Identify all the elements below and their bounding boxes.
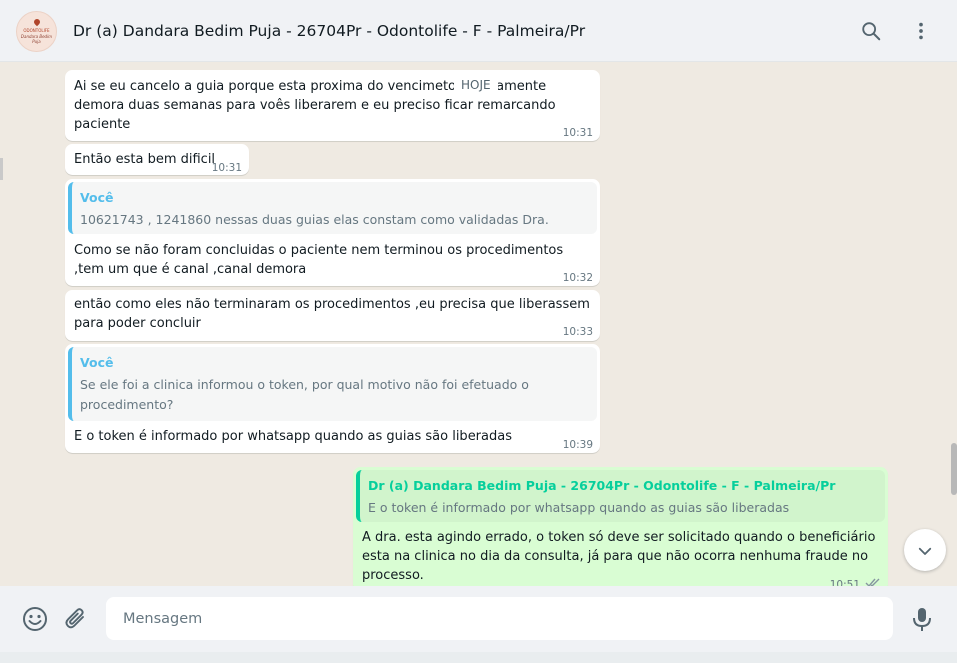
window-bottom-edge (0, 652, 957, 663)
message-time: 10:39 (562, 439, 593, 451)
quoted-author: Você (80, 355, 114, 370)
paperclip-icon[interactable] (63, 606, 89, 632)
search-icon[interactable] (860, 20, 882, 42)
message-time: 10:32 (562, 272, 593, 284)
message-text: então como eles não terminaram os proced… (74, 297, 590, 331)
avatar-logo-line-1: ODONTOLIFE (23, 28, 50, 33)
message-time: 10:33 (562, 326, 593, 338)
emoji-icon[interactable] (22, 606, 48, 632)
outgoing-message[interactable]: Dr (a) Dandara Bedim Puja - 26704Pr - Od… (353, 467, 888, 586)
quoted-message[interactable]: Você Se ele foi a clinica informou o tok… (68, 347, 597, 421)
message-list[interactable]: Ai se eu cancelo a guia porque esta prox… (0, 62, 957, 586)
incoming-message[interactable]: Você Se ele foi a clinica informou o tok… (65, 344, 600, 453)
scrollbar-thumb[interactable] (951, 443, 957, 495)
date-chip: HOJE (454, 78, 498, 92)
contact-name[interactable]: Dr (a) Dandara Bedim Puja - 26704Pr - Od… (73, 22, 585, 40)
microphone-icon[interactable] (909, 606, 935, 632)
scroll-to-bottom-button[interactable] (904, 529, 946, 571)
incoming-message[interactable]: então como eles não terminaram os proced… (65, 290, 600, 341)
incoming-message[interactable]: Você 10621743 , 1241860 nessas duas guia… (65, 179, 600, 286)
incoming-message[interactable]: Então esta bem dificil 10:31 (65, 144, 249, 175)
quoted-author: Você (80, 190, 114, 205)
location-pin-icon (32, 17, 42, 27)
chevron-down-icon (918, 547, 932, 555)
panel-edge-marker (0, 158, 3, 180)
message-time: 10:51 (829, 579, 860, 586)
chat-header: ODONTOLIFE Dandara Bedim Puja Dr (a) Dan… (0, 0, 957, 62)
kebab-menu-icon[interactable] (910, 20, 932, 42)
message-text: Então esta bem dificil (74, 152, 216, 167)
avatar-logo-line-2: Dandara Bedim Puja (20, 34, 53, 44)
composer-bar (0, 586, 957, 652)
message-text: Ai se eu cancelo a guia porque esta prox… (74, 79, 556, 132)
quoted-author: Dr (a) Dandara Bedim Puja - 26704Pr - Od… (368, 478, 836, 493)
message-text: Como se não foram concluidas o paciente … (74, 243, 564, 277)
incoming-message[interactable]: Ai se eu cancelo a guia porque esta prox… (65, 70, 600, 141)
quoted-text: E o token é informado por whatsapp quand… (368, 500, 790, 515)
quoted-message[interactable]: Você 10621743 , 1241860 nessas duas guia… (68, 182, 597, 234)
quoted-message[interactable]: Dr (a) Dandara Bedim Puja - 26704Pr - Od… (356, 470, 885, 522)
quoted-text: Se ele foi a clinica informou o token, p… (80, 377, 529, 412)
message-text: E o token é informado por whatsapp quand… (74, 429, 512, 444)
contact-avatar[interactable]: ODONTOLIFE Dandara Bedim Puja (16, 11, 57, 52)
message-time: 10:31 (562, 127, 593, 139)
message-time: 10:31 (211, 162, 242, 174)
message-input[interactable] (106, 597, 893, 640)
message-text: A dra. esta agindo errado, o token só de… (362, 530, 876, 583)
double-check-icon (865, 578, 880, 586)
quoted-text: 10621743 , 1241860 nessas duas guias ela… (80, 212, 549, 227)
